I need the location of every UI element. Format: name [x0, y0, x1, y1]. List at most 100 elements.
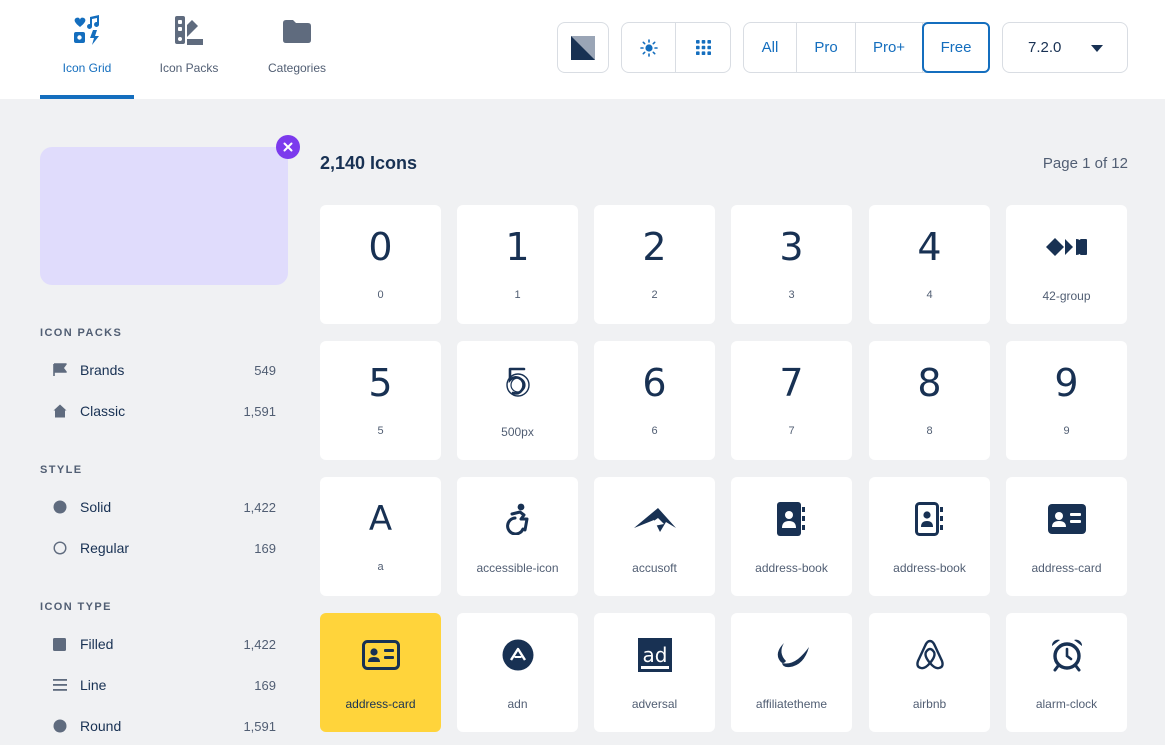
close-preview-button[interactable]: [276, 135, 300, 159]
icon-tile[interactable]: 500px: [457, 341, 578, 460]
filter-count: 169: [254, 677, 276, 693]
digit-7-icon: 7: [779, 361, 804, 405]
affiliatetheme-icon: [774, 635, 810, 675]
filter-pro-plus[interactable]: Pro+: [856, 23, 923, 72]
section-title-style: STYLE: [40, 464, 83, 476]
filter-label: Classic: [80, 403, 126, 419]
icon-tile[interactable]: 7 7: [731, 341, 852, 460]
filter-round[interactable]: Round 1,591: [40, 714, 276, 738]
section-title-icon-type: ICON TYPE: [40, 601, 112, 613]
icon-tile[interactable]: 6 6: [594, 341, 715, 460]
filter-regular[interactable]: Regular 169: [40, 536, 276, 560]
icon-name: 6: [651, 425, 658, 437]
digit-6-icon: 6: [642, 361, 667, 405]
filter-line[interactable]: Line 169: [40, 673, 276, 697]
icon-name: 9: [1063, 425, 1070, 437]
icon-tile[interactable]: adn: [457, 613, 578, 732]
filter-count: 169: [254, 540, 276, 556]
filter-count: 1,591: [243, 718, 276, 734]
digit-8-icon: 8: [917, 361, 942, 405]
svg-text:ad: ad: [642, 643, 667, 667]
filter-brands[interactable]: Brands 549: [40, 358, 276, 382]
icon-name: 7: [788, 425, 795, 437]
icon-tile[interactable]: 8 8: [869, 341, 990, 460]
filter-filled[interactable]: Filled 1,422: [40, 632, 276, 656]
icon-tile[interactable]: 4 4: [869, 205, 990, 324]
icon-tile[interactable]: ad adversal: [594, 613, 715, 732]
view-toggle: [621, 22, 731, 73]
filter-label: Round: [80, 718, 122, 734]
solid-circle-icon: [40, 500, 80, 514]
icon-name: address-card: [1031, 561, 1102, 575]
icon-tile[interactable]: accusoft: [594, 477, 715, 596]
icon-name: address-card: [345, 697, 416, 711]
filter-pro[interactable]: Pro: [797, 23, 856, 72]
house-icon: [40, 404, 80, 418]
version-select[interactable]: 7.2.0: [1002, 22, 1128, 73]
filter-label: Line: [80, 677, 107, 693]
digit-1-icon: 1: [505, 225, 530, 269]
icon-tile[interactable]: A a: [320, 477, 441, 596]
icon-name: adversal: [631, 697, 678, 711]
icon-tile[interactable]: address-book: [869, 477, 990, 596]
license-filter: All Pro Pro+ Free: [743, 22, 990, 73]
icon-tile[interactable]: address-card: [1006, 477, 1127, 596]
letter-a-icon: A: [368, 499, 393, 539]
contrast-icon[interactable]: [558, 23, 608, 72]
icon-tile[interactable]: accessible-icon: [457, 477, 578, 596]
theme-toggle[interactable]: [557, 22, 609, 73]
tab-icon-packs[interactable]: Icon Packs: [154, 0, 224, 99]
swatchbook-icon: [173, 15, 205, 47]
icon-tile[interactable]: 2 2: [594, 205, 715, 324]
tab-icon-grid[interactable]: Icon Grid: [40, 0, 134, 99]
icon-tile[interactable]: 5 5: [320, 341, 441, 460]
digit-0-icon: 0: [368, 225, 393, 269]
filter-count: 549: [254, 362, 276, 378]
section-title-icon-packs: ICON PACKS: [40, 327, 123, 339]
icon-tile[interactable]: affiliatetheme: [731, 613, 852, 732]
airbnb-icon: [915, 635, 945, 675]
digit-3-icon: 3: [779, 225, 804, 269]
icon-tile[interactable]: 42-group: [1006, 205, 1127, 324]
tab-label: Categories: [267, 61, 327, 75]
icon-tile[interactable]: 1 1: [457, 205, 578, 324]
icon-name: affiliatetheme: [755, 697, 828, 711]
address-book-solid-icon: [776, 499, 807, 539]
results-count: 2,140 Icons: [320, 153, 418, 173]
address-card-solid-icon: [1047, 499, 1086, 539]
icon-name: 4: [926, 289, 933, 301]
icon-tile-selected[interactable]: address-card: [320, 613, 441, 732]
bars-icon: [40, 679, 80, 691]
icon-tile[interactable]: address-book: [731, 477, 852, 596]
icon-name: adn: [507, 697, 528, 711]
filter-all[interactable]: All: [744, 23, 797, 72]
filter-label: Regular: [80, 540, 130, 556]
tab-categories[interactable]: Categories: [262, 0, 332, 99]
page-indicator: Page 1 of 12: [1042, 155, 1128, 172]
sun-icon[interactable]: [622, 23, 676, 72]
version-value: 7.2.0: [1028, 39, 1062, 56]
icon-name: 5: [377, 425, 384, 437]
42-group-icon: [1045, 227, 1088, 267]
filter-solid[interactable]: Solid 1,422: [40, 495, 276, 519]
icon-preview: [40, 147, 288, 285]
digit-4-icon: 4: [917, 225, 942, 269]
grid-icon[interactable]: [676, 23, 730, 72]
icon-tile[interactable]: 0 0: [320, 205, 441, 324]
alarm-clock-icon: [1050, 635, 1084, 675]
tab-label: Icon Grid: [62, 61, 112, 75]
icon-name: 500px: [501, 425, 534, 439]
icon-tile[interactable]: alarm-clock: [1006, 613, 1127, 732]
filter-classic[interactable]: Classic 1,591: [40, 399, 276, 423]
icon-tile[interactable]: 9 9: [1006, 341, 1127, 460]
filled-square-icon: [40, 637, 80, 651]
digit-9-icon: 9: [1054, 361, 1079, 405]
accessible-icon: [504, 499, 532, 539]
icon-tile[interactable]: 3 3: [731, 205, 852, 324]
digit-5-icon: 5: [368, 361, 393, 405]
icon-tile[interactable]: airbnb: [869, 613, 990, 732]
filter-count: 1,422: [243, 499, 276, 515]
filter-free[interactable]: Free: [922, 22, 990, 73]
caret-down-icon: [1091, 45, 1103, 52]
icon-name: alarm-clock: [1035, 697, 1098, 711]
